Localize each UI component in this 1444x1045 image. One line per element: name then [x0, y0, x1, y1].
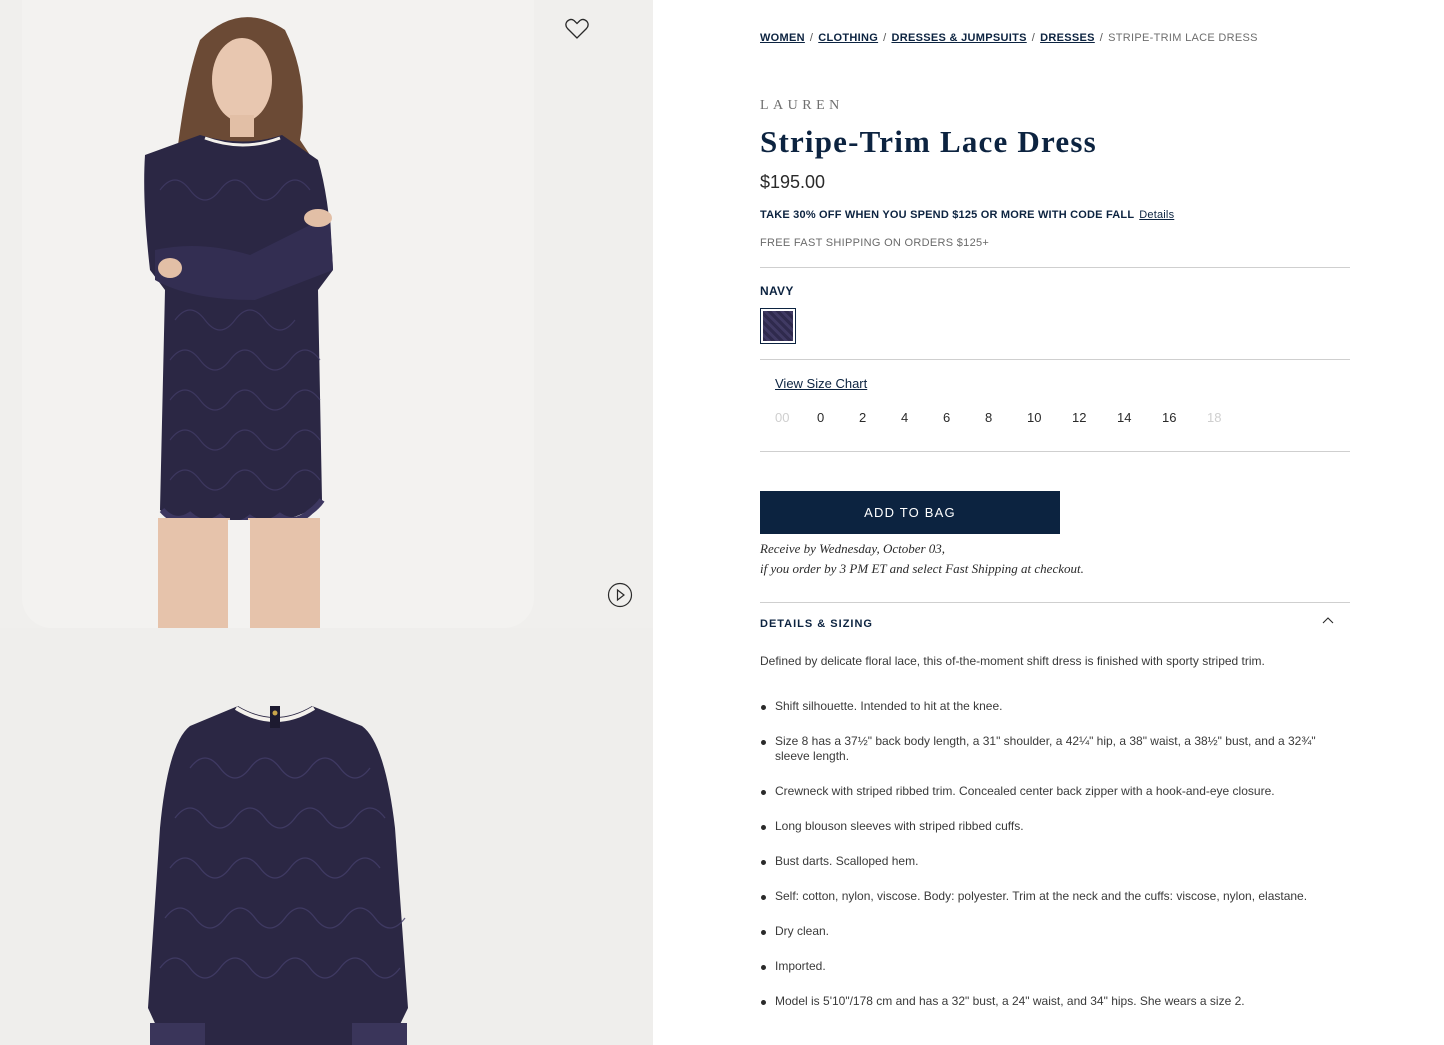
- model-illustration: [144, 17, 333, 628]
- details-list-item: Self: cotton, nylon, viscose. Body: poly…: [761, 889, 1350, 904]
- size-option-4[interactable]: 4: [901, 410, 943, 425]
- heart-icon[interactable]: [564, 17, 590, 41]
- product-description: Defined by delicate floral lace, this of…: [760, 654, 1265, 668]
- details-list-item: Crewneck with striped ribbed trim. Conce…: [761, 784, 1350, 799]
- details-list-item: Bust darts. Scalloped hem.: [761, 854, 1350, 869]
- details-list-item: Imported.: [761, 959, 1350, 974]
- details-list-item: Model is 5'10"/178 cm and has a 32" bust…: [761, 994, 1350, 1009]
- size-option-16[interactable]: 16: [1162, 410, 1207, 425]
- product-image-flat[interactable]: [0, 628, 653, 1045]
- size-option-2[interactable]: 2: [859, 410, 901, 425]
- details-list-item: Dry clean.: [761, 924, 1350, 939]
- delivery-estimate: Receive by Wednesday, October 03, if you…: [760, 539, 1084, 579]
- dress-flat-illustration: [148, 706, 408, 1045]
- add-to-bag-button[interactable]: ADD TO BAG: [760, 491, 1060, 534]
- breadcrumb-separator: /: [1031, 32, 1036, 44]
- shipping-notice: FREE FAST SHIPPING ON ORDERS $125+: [760, 237, 990, 249]
- size-option-18[interactable]: 18: [1207, 410, 1249, 425]
- details-list-item: Shift silhouette. Intended to hit at the…: [761, 699, 1350, 714]
- breadcrumb-current: STRIPE-TRIM LACE DRESS: [1108, 32, 1258, 44]
- brand-name: LAUREN: [760, 98, 844, 113]
- color-swatch-navy[interactable]: [760, 308, 796, 344]
- divider: [760, 602, 1350, 603]
- divider: [760, 267, 1350, 268]
- promo-details-link[interactable]: Details: [1139, 209, 1174, 221]
- delivery-line-2: if you order by 3 PM ET and select Fast …: [760, 561, 1084, 576]
- size-option-8[interactable]: 8: [985, 410, 1027, 425]
- chevron-up-icon: [1322, 617, 1334, 624]
- details-accordion-header[interactable]: DETAILS & SIZING: [760, 614, 1350, 632]
- product-image-model[interactable]: [0, 0, 653, 628]
- promo-banner: TAKE 30% OFF WHEN YOU SPEND $125 OR MORE…: [760, 209, 1174, 221]
- selected-color-label: NAVY: [760, 284, 794, 298]
- details-list-item: Long blouson sleeves with striped ribbed…: [761, 819, 1350, 834]
- breadcrumb-separator: /: [883, 32, 887, 44]
- breadcrumb-clothing[interactable]: CLOTHING: [818, 32, 878, 44]
- size-option-00[interactable]: 00: [775, 410, 817, 425]
- breadcrumb-dresses-jumpsuits[interactable]: DRESSES & JUMPSUITS: [891, 32, 1026, 44]
- size-option-10[interactable]: 10: [1027, 410, 1072, 425]
- breadcrumb-separator: /: [809, 32, 814, 44]
- product-gallery: [0, 0, 653, 1045]
- swatch-fill: [763, 311, 793, 341]
- product-price: $195.00: [760, 172, 826, 192]
- breadcrumb-separator: /: [1099, 32, 1104, 44]
- promo-text: TAKE 30% OFF WHEN YOU SPEND $125 OR MORE…: [760, 209, 1135, 221]
- product-title: Stripe-Trim Lace Dress: [760, 124, 1097, 159]
- breadcrumb-women[interactable]: WOMEN: [760, 32, 805, 44]
- breadcrumb: WOMEN / CLOTHING / DRESSES & JUMPSUITS / DRESS…: [760, 32, 1258, 44]
- size-chart-link[interactable]: View Size Chart: [775, 376, 867, 391]
- details-list-item: Size 8 has a 37½" back body length, a 31…: [761, 734, 1350, 764]
- size-option-6[interactable]: 6: [943, 410, 985, 425]
- size-option-14[interactable]: 14: [1117, 410, 1162, 425]
- breadcrumb-dresses[interactable]: DRESSES: [1040, 32, 1095, 44]
- size-option-12[interactable]: 12: [1072, 410, 1117, 425]
- delivery-line-1: Receive by Wednesday, October 03,: [760, 541, 946, 556]
- divider: [760, 451, 1350, 452]
- size-option-0[interactable]: 0: [817, 410, 859, 425]
- play-icon[interactable]: [607, 582, 633, 608]
- divider: [760, 359, 1350, 360]
- details-list: Shift silhouette. Intended to hit at the…: [761, 699, 1350, 1029]
- size-selector: 00 0 2 4 6 8 10 12 14 16 18: [775, 410, 1249, 425]
- details-heading: DETAILS & SIZING: [760, 618, 873, 630]
